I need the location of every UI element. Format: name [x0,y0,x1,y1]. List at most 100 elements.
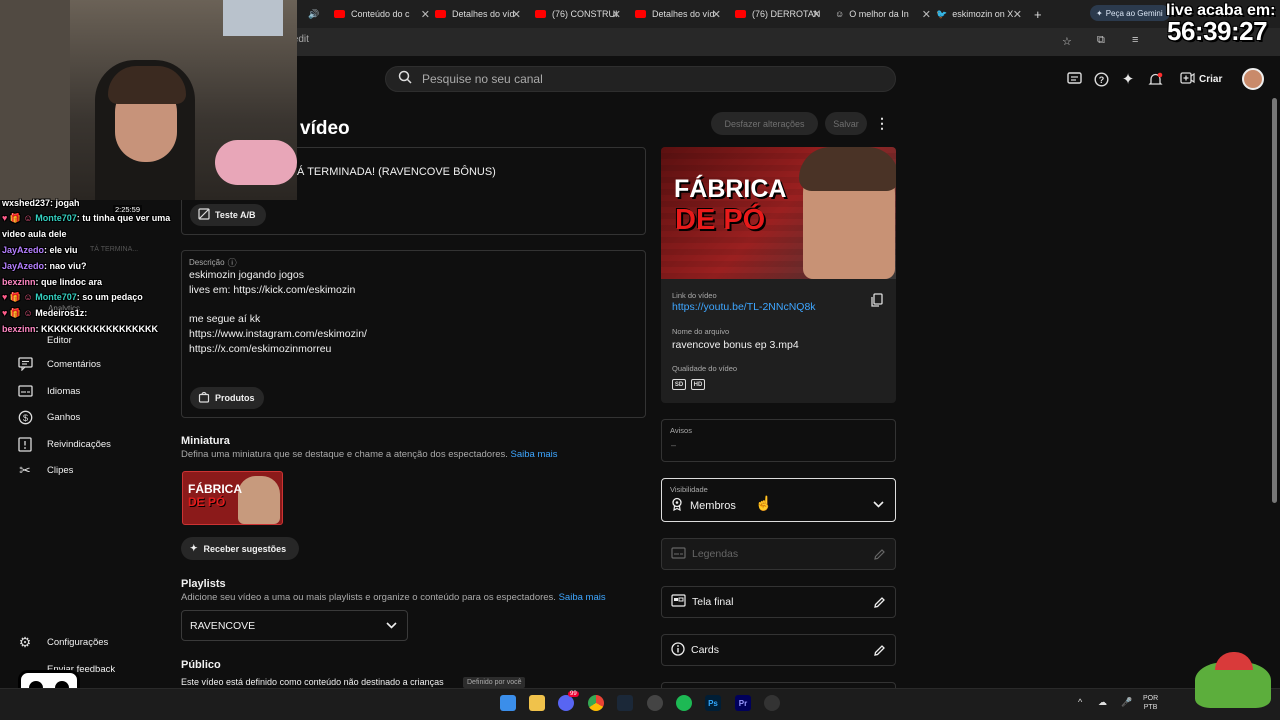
browser-tab[interactable]: Detalhes do víd ✕ [435,4,521,24]
discord-icon[interactable] [558,695,574,711]
close-icon[interactable]: ✕ [812,8,821,21]
title-value[interactable]: Á TERMINADA! (RAVENCOVE BÔNUS) [297,166,496,178]
youtube-icon [735,10,746,18]
sparkle-icon: ✦ [1096,8,1103,18]
thumbnail-heading: Miniatura [181,435,230,447]
nav-earnings[interactable]: $ Ganhos [16,408,80,426]
tab-audio[interactable]: 🔊 [308,4,328,24]
bookmark-star-icon[interactable]: ☆ [1062,35,1072,48]
ab-test-button[interactable]: Teste A/B [190,204,266,226]
nav-claims[interactable]: Reivindicações [16,435,111,453]
notifications-icon[interactable] [1146,70,1164,88]
chrome-icon[interactable] [588,695,604,711]
file-explorer-icon[interactable] [529,695,545,711]
language-indicator[interactable]: POR PTB [1143,694,1158,712]
nav-settings[interactable]: ⚙ Configurações [16,633,109,651]
nav-comments[interactable]: Comentários [16,355,101,373]
tray-chevron-icon[interactable]: ^ [1078,697,1082,707]
browser-tab[interactable]: Detalhes do víd ✕ [635,4,721,24]
cloud-icon[interactable]: ☁ [1098,697,1107,708]
more-options-icon[interactable]: ⋮ [875,114,889,132]
browser-tab[interactable]: (76) CONSTRUI ✕ [535,4,621,24]
copy-icon[interactable] [870,293,884,307]
cards-row[interactable]: Cards [661,634,896,666]
warnings-label: Avisos [670,426,692,435]
end-screen-icon [671,594,686,610]
feedback-icon[interactable] [1065,70,1083,88]
description-line[interactable]: https://x.com/eskimozinmorreu [189,343,331,355]
page-scrollbar[interactable] [1272,98,1277,503]
chat-message: video aula dele [2,229,67,239]
monitor [223,0,283,36]
youtube-icon [435,10,446,18]
discard-changes-button[interactable]: Desfazer alterações [711,112,818,135]
premiere-icon[interactable]: Pr [735,695,751,711]
video-link-label: Link do vídeo [672,291,717,300]
speaker-icon: 🔊 [308,8,320,19]
description-line[interactable]: lives em: https://kick.com/eskimozin [189,284,355,296]
photoshop-icon[interactable]: Ps [705,695,721,711]
save-button[interactable]: Salvar [825,112,867,135]
browser-tab[interactable]: 🐦 eskimozin on X ✕ [936,4,1022,24]
visibility-label: Visibilidade [670,485,708,494]
get-suggestions-button[interactable]: ✦ Receber sugestões [181,537,299,560]
close-icon[interactable]: ✕ [922,8,931,21]
youtube-icon [635,10,646,18]
end-screen-row[interactable]: Tela final [661,586,896,618]
new-tab-button[interactable]: + [1034,4,1046,24]
video-thumbnail[interactable]: FÁBRICA DE PÓ [661,147,896,279]
thumbnail-description: Defina uma miniatura que se destaque e c… [181,449,558,460]
playlist-dropdown[interactable]: RAVENCOVE [181,610,408,641]
close-icon[interactable]: ✕ [421,8,430,21]
search-placeholder: Pesquise no seu canal [422,72,543,86]
edit-icon[interactable] [873,596,886,609]
search-icon [398,70,412,89]
video-link[interactable]: https://youtu.be/TL-2NNcNQ8k [672,301,816,313]
close-icon[interactable]: ✕ [612,8,621,21]
close-icon[interactable]: ✕ [512,8,521,21]
thumbnail-text: DE PÓ [188,495,226,509]
media-player-icon[interactable] [764,695,780,711]
learn-more-link[interactable]: Saiba mais [511,449,558,460]
help-icon[interactable]: ⓘ [228,256,237,269]
copyright-icon [16,435,34,453]
video-quality-label: Qualidade do vídeo [672,364,738,373]
close-icon[interactable]: ✕ [1013,8,1022,21]
nav-languages[interactable]: Idiomas [16,382,80,400]
spotify-icon[interactable] [676,695,692,711]
browser-tab[interactable]: ☺ O melhor da In ✕ [835,4,931,24]
discord-badge: 99 [568,691,579,697]
search-bar[interactable]: Pesquise no seu canal [385,66,896,92]
sparkle-icon: ✦ [190,543,198,553]
gemini-button[interactable]: ✦ Peça ao Gemini [1090,5,1170,21]
chevron-down-icon [873,495,884,513]
windows-start-icon[interactable] [500,695,516,711]
description-line[interactable]: https://www.instagram.com/eskimozin/ [189,328,367,340]
browser-tab[interactable]: (76) DERROTAN ✕ [735,4,821,24]
steam-icon[interactable] [617,695,633,711]
info-icon [671,641,685,659]
avatar[interactable] [1242,68,1264,90]
media-icon[interactable]: ≡ [1132,34,1138,46]
thumbnail-option[interactable]: FÁBRICA DE PÓ [182,471,283,525]
microphone-icon[interactable]: 🎤 [1121,697,1132,708]
nav-clips[interactable]: ✂ Clipes [16,461,73,479]
close-icon[interactable]: ✕ [712,8,721,21]
browser-tab[interactable]: Conteúdo do c ✕ [334,4,430,24]
obs-icon[interactable] [647,695,663,711]
products-button[interactable]: Produtos [190,387,264,409]
create-button[interactable]: Criar [1174,67,1228,91]
learn-more-link[interactable]: Saiba mais [559,592,606,603]
edit-icon [873,548,886,561]
sparkle-icon[interactable]: ✦ [1119,70,1137,88]
edit-icon[interactable] [873,644,886,657]
description-line[interactable]: eskimozin jogando jogos [189,269,304,281]
description-line[interactable]: me segue aí kk [189,313,260,325]
help-icon[interactable]: ? [1092,70,1110,88]
face-icon: ☺ [835,9,845,19]
youtube-icon [334,10,345,18]
scissors-icon: ✂ [19,461,31,478]
subtitles-icon [16,382,34,400]
svg-text:$: $ [22,413,27,423]
extensions-icon[interactable]: ⧉ [1097,34,1105,47]
